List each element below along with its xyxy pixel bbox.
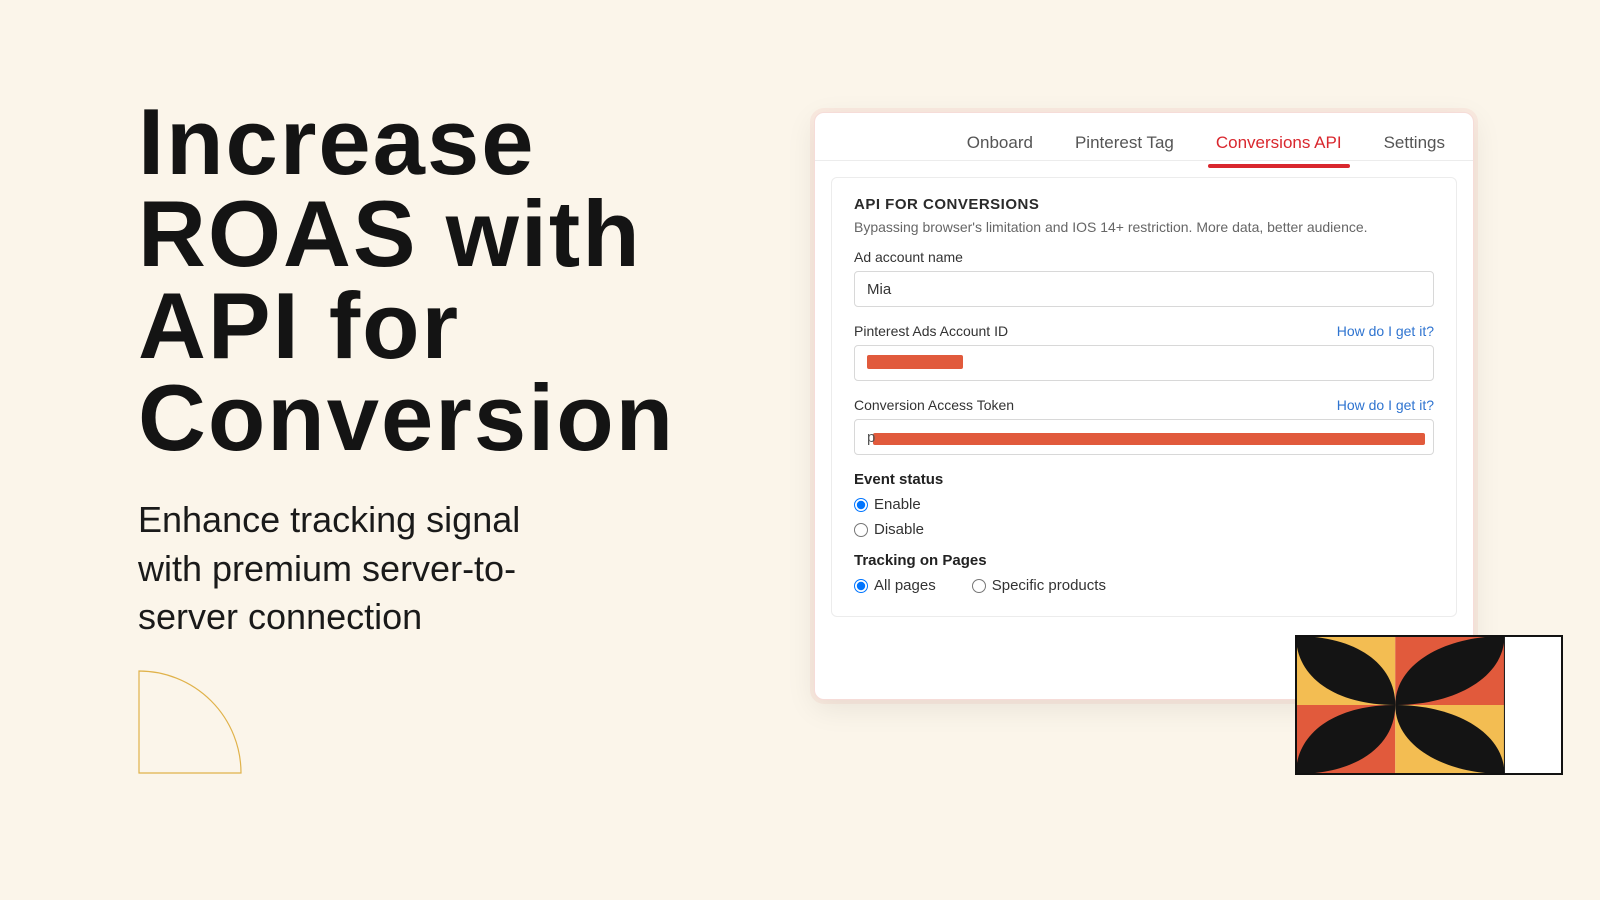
event-status-label: Event status [854,471,1434,488]
tracking-specific-products-text: Specific products [992,577,1106,594]
ad-account-name-label: Ad account name [854,249,1434,265]
tab-onboard[interactable]: Onboard [965,127,1035,167]
conversions-card: API FOR CONVERSIONS Bypassing browser's … [831,177,1457,617]
ads-account-id-label: Pinterest Ads Account ID [854,323,1008,339]
redacted-access-token [873,433,1425,445]
ads-account-id-input[interactable] [854,345,1434,381]
redacted-ads-id [867,355,963,369]
access-token-input[interactable]: p [854,419,1434,455]
event-status-enable[interactable]: Enable [854,496,1434,513]
decorative-tiles [1295,635,1563,775]
ads-account-id-help-link[interactable]: How do I get it? [1337,323,1434,339]
event-status-disable-radio[interactable] [854,523,868,537]
tracking-all-pages-text: All pages [874,577,936,594]
tracking-all-pages[interactable]: All pages [854,577,936,594]
event-status-disable[interactable]: Disable [854,521,1434,538]
decorative-quarter-circle [138,670,242,774]
card-subtitle: Bypassing browser's limitation and IOS 1… [854,219,1434,235]
hero-subtitle: Enhance tracking signal with premium ser… [138,496,568,641]
ad-account-name-input[interactable] [854,271,1434,307]
event-status-enable-text: Enable [874,496,921,513]
app-panel: Onboard Pinterest Tag Conversions API Se… [814,112,1474,700]
ad-account-name-field[interactable] [867,272,1421,306]
tracking-specific-products-radio[interactable] [972,579,986,593]
tab-bar: Onboard Pinterest Tag Conversions API Se… [815,113,1473,161]
tab-conversions-api[interactable]: Conversions API [1214,127,1344,167]
access-token-label: Conversion Access Token [854,397,1014,413]
event-status-disable-text: Disable [874,521,924,538]
access-token-help-link[interactable]: How do I get it? [1337,397,1434,413]
tab-pinterest-tag[interactable]: Pinterest Tag [1073,127,1176,167]
hero-title: Increase ROAS with API for Conversion [138,96,748,464]
tracking-specific-products[interactable]: Specific products [972,577,1106,594]
tracking-all-pages-radio[interactable] [854,579,868,593]
card-title: API FOR CONVERSIONS [854,196,1434,213]
tracking-pages-label: Tracking on Pages [854,552,1434,569]
tab-settings[interactable]: Settings [1382,127,1447,167]
event-status-enable-radio[interactable] [854,498,868,512]
